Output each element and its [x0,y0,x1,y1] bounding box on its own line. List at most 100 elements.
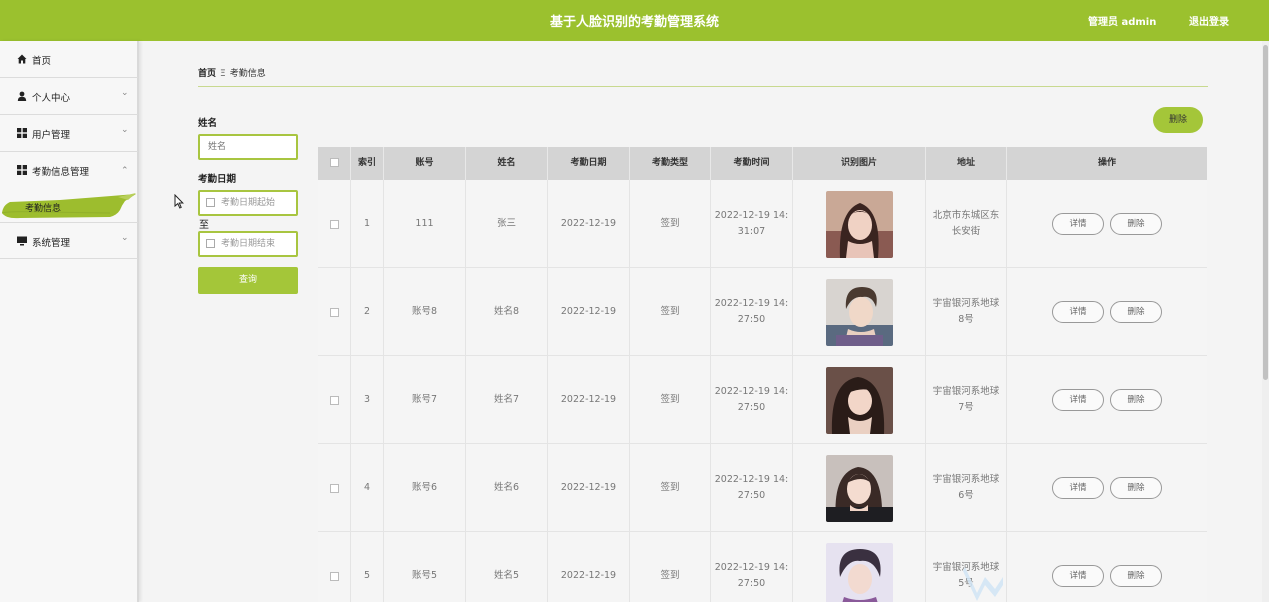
cell-photo [793,268,926,356]
cell-type: 签到 [630,532,711,602]
breadcrumb-home[interactable]: 首页 [198,69,216,79]
app-title: 基于人脸识别的考勤管理系统 [549,15,719,30]
active-brush-highlight [1,193,136,219]
cell-account: 111 [384,180,466,268]
cell-name: 姓名6 [466,444,548,532]
select-all-checkbox[interactable] [329,158,339,167]
table-row: 1 111 张三 2022-12-19 签到 2022-12-19 14: 31:… [318,180,1207,268]
cell-time: 2022-12-19 14: 31:07 [711,180,793,268]
delete-button[interactable]: 删除 [1110,565,1162,587]
cell-date: 2022-12-19 [548,532,630,602]
row-checkbox[interactable] [329,219,339,229]
sidebar-item-label: 首页 [32,56,52,67]
time-line-2: 27:50 [737,402,766,413]
table-header: 索引 账号 姓名 考勤日期 考勤类型 考勤时间 识别图片 地址 操作 [318,147,1207,180]
row-checkbox[interactable] [329,307,339,317]
cell-photo [793,444,926,532]
cell-photo [793,180,926,268]
cell-type: 签到 [630,268,711,356]
face-photo[interactable] [825,366,893,434]
sidebar-item-users[interactable]: 用户管理 ⌄ [0,115,138,152]
sidebar-item-system[interactable]: 系统管理 ⌄ [0,222,138,259]
admin-label: 管理员 admin [1088,17,1157,28]
sidebar-item-attendance[interactable]: 考勤信息管理 ⌃ [0,152,138,189]
cell-date: 2022-12-19 [548,180,630,268]
chevron-down-icon: ⌄ [121,233,129,243]
row-select-cell [318,356,351,444]
cell-address: 宇宙银河系地球 7号 [926,356,1007,444]
sidebar-item-profile[interactable]: 个人中心 ⌄ [0,78,138,115]
sidebar-item-label: 用户管理 [32,130,71,141]
cell-date: 2022-12-19 [548,356,630,444]
cell-actions: 详情 删除 [1007,268,1207,356]
batch-delete-button[interactable]: 删除 [1153,107,1203,133]
cell-name: 张三 [466,180,548,268]
face-photo[interactable] [825,278,893,346]
cell-index: 2 [351,268,384,356]
date-filter-label: 考勤日期 [198,174,237,185]
header-account: 账号 [384,147,466,180]
cell-index: 1 [351,180,384,268]
breadcrumb-separator: Ξ [220,69,226,79]
name-filter-label: 姓名 [198,118,218,129]
time-line-1: 2022-12-19 14: [714,298,789,309]
table-row: 2 账号8 姓名8 2022-12-19 签到 2022-12-19 14: 27… [318,268,1207,356]
cell-actions: 详情 删除 [1007,444,1207,532]
row-checkbox[interactable] [329,483,339,493]
sidebar: 首页 个人中心 ⌄ 用户管理 ⌄ 考勤信息管理 ⌃ 考勤信息 系统管理 ⌄ [0,41,139,602]
header-actions: 操作 [1097,158,1116,168]
delete-button[interactable]: 删除 [1110,477,1162,499]
calendar-icon [206,239,215,248]
breadcrumb: 首页 Ξ 考勤信息 [198,66,266,79]
sidebar-subitem-attendance-info[interactable]: 考勤信息 [0,191,138,221]
face-photo[interactable] [825,542,893,602]
detail-button[interactable]: 详情 [1052,301,1104,323]
search-button[interactable]: 查询 [198,267,298,294]
cell-index: 5 [351,532,384,602]
date-start-input[interactable]: 考勤日期起始 [198,190,298,216]
header-address: 地址 [926,147,1007,180]
page-scrollbar-thumb[interactable] [1263,45,1268,380]
detail-button[interactable]: 详情 [1052,389,1104,411]
time-line-2: 27:50 [737,314,766,325]
cell-actions: 详情 删除 [1007,356,1207,444]
row-checkbox[interactable] [329,571,339,581]
chevron-down-icon: ⌄ [121,125,129,135]
address-line-1: 宇宙银河系地球 [932,298,1000,309]
date-range-to-label: 至 [199,220,209,231]
sidebar-item-home[interactable]: 首页 [0,41,138,78]
cell-time: 2022-12-19 14: 27:50 [711,268,793,356]
cell-address: 北京市东城区东 长安街 [926,180,1007,268]
grid-icon [17,165,27,175]
face-photo[interactable] [825,190,893,258]
cell-index: 4 [351,444,384,532]
header-photo: 识别图片 [793,147,926,180]
header-index: 索引 [351,147,384,180]
chevron-up-icon: ⌃ [121,166,129,176]
row-select-cell [318,268,351,356]
address-line-2: 8号 [958,314,974,325]
header-type: 考勤类型 [630,147,711,180]
header-date: 考勤日期 [548,147,630,180]
name-filter-input[interactable] [198,134,298,160]
detail-button[interactable]: 详情 [1052,213,1104,235]
row-checkbox[interactable] [329,395,339,405]
chevron-down-icon: ⌄ [121,88,129,98]
cell-photo [793,532,926,602]
delete-button[interactable]: 删除 [1110,213,1162,235]
time-line-2: 27:50 [737,578,766,589]
detail-button[interactable]: 详情 [1052,565,1104,587]
detail-button[interactable]: 详情 [1052,477,1104,499]
cell-account: 账号8 [384,268,466,356]
delete-button[interactable]: 删除 [1110,301,1162,323]
cell-type: 签到 [630,180,711,268]
date-end-input[interactable]: 考勤日期结束 [198,231,298,257]
app-root: 基于人脸识别的考勤管理系统 管理员 admin 退出登录 首页 个人中心 ⌄ 用… [0,0,1269,602]
logout-link[interactable]: 退出登录 [1189,13,1229,28]
delete-button[interactable]: 删除 [1110,389,1162,411]
home-icon [17,54,27,64]
cell-name: 姓名5 [466,532,548,602]
time-line-1: 2022-12-19 14: [714,210,789,221]
cell-photo [793,356,926,444]
face-photo[interactable] [825,454,893,522]
